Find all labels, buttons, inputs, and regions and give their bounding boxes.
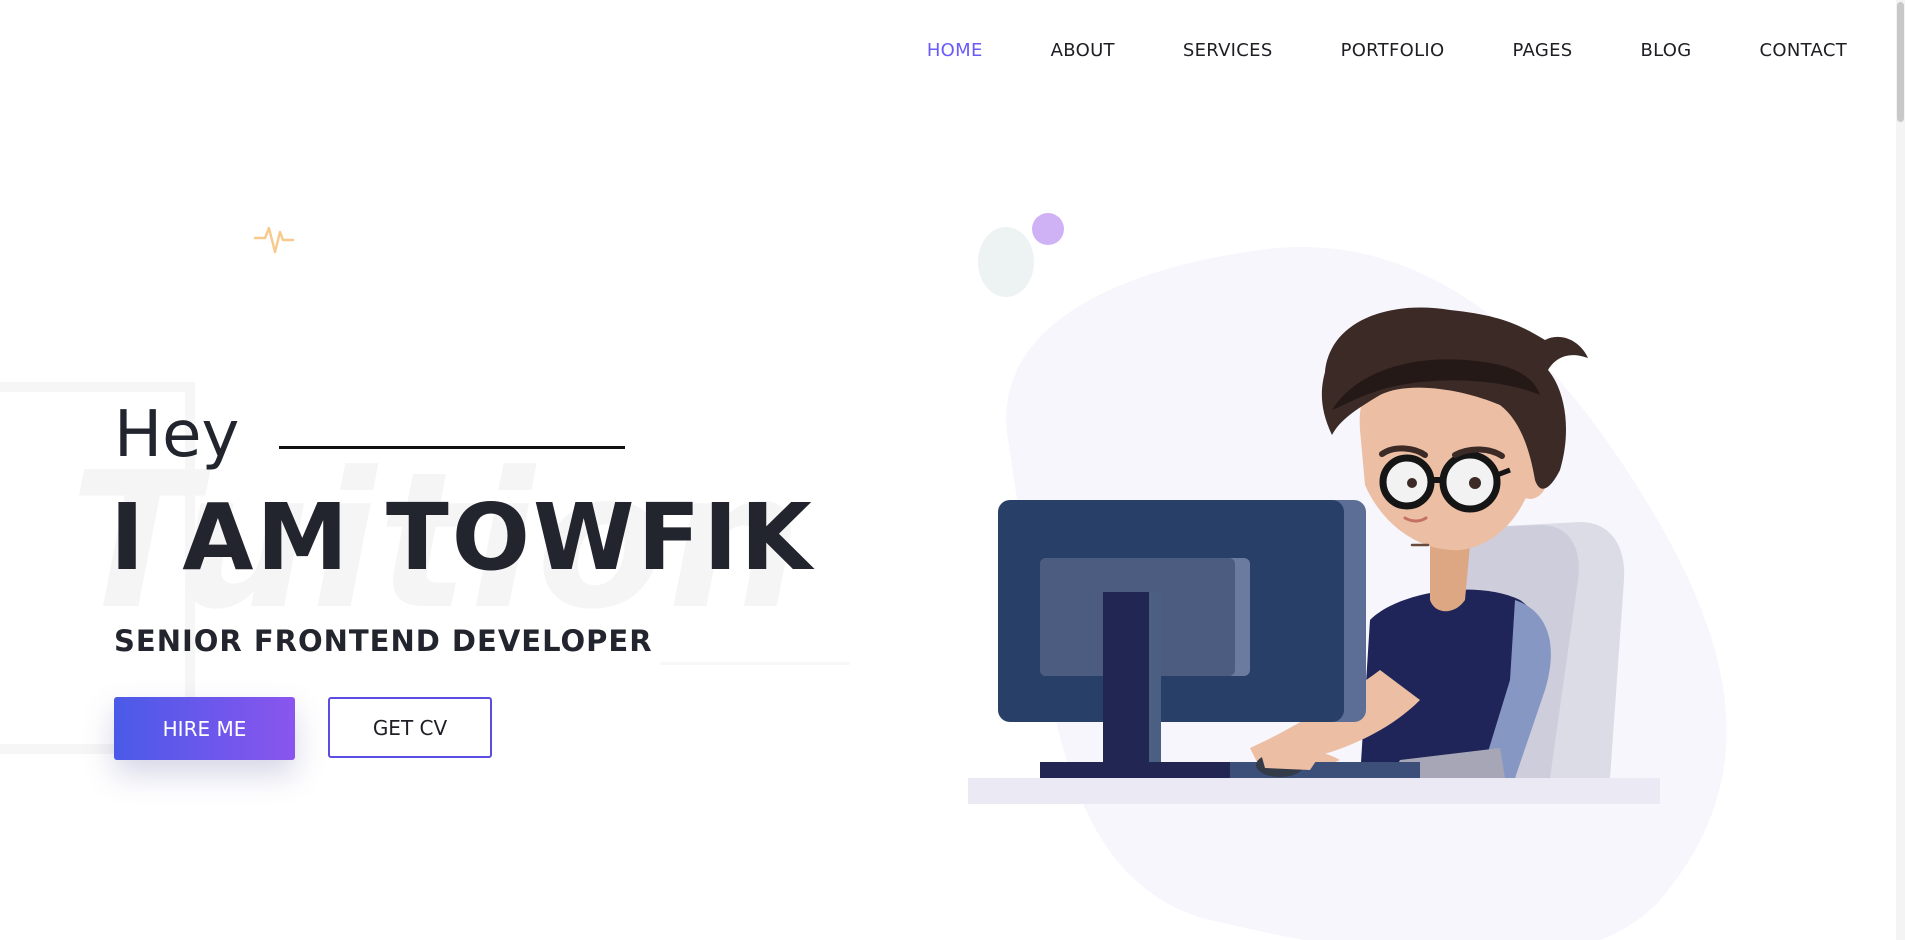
landing-page: HOME ABOUT SERVICES PORTFOLIO PAGES BLOG… — [0, 0, 1905, 940]
nav-home[interactable]: HOME — [927, 40, 983, 61]
main-nav: HOME ABOUT SERVICES PORTFOLIO PAGES BLOG… — [927, 40, 1847, 61]
decorative-line — [660, 662, 850, 665]
hire-me-button[interactable]: HIRE ME — [114, 697, 295, 760]
developer-at-computer-illustration — [968, 213, 1727, 940]
scrollbar[interactable] — [1896, 0, 1905, 940]
pulse-icon — [253, 226, 295, 254]
hero-subtitle: SENIOR FRONTEND DEVELOPER — [114, 624, 653, 658]
nav-contact[interactable]: CONTACT — [1760, 40, 1847, 61]
scrollbar-thumb[interactable] — [1897, 2, 1904, 122]
get-cv-button[interactable]: GET CV — [328, 697, 492, 758]
nav-blog[interactable]: BLOG — [1640, 40, 1691, 61]
greeting-row: Hey — [114, 398, 626, 472]
nav-about[interactable]: ABOUT — [1051, 40, 1115, 61]
greeting-underline — [279, 445, 626, 449]
greeting-text: Hey — [114, 398, 240, 472]
nav-services[interactable]: SERVICES — [1183, 40, 1273, 61]
nav-portfolio[interactable]: PORTFOLIO — [1341, 40, 1445, 61]
nav-pages[interactable]: PAGES — [1513, 40, 1573, 61]
hero-headline: I AM TOWFIK — [110, 484, 815, 591]
